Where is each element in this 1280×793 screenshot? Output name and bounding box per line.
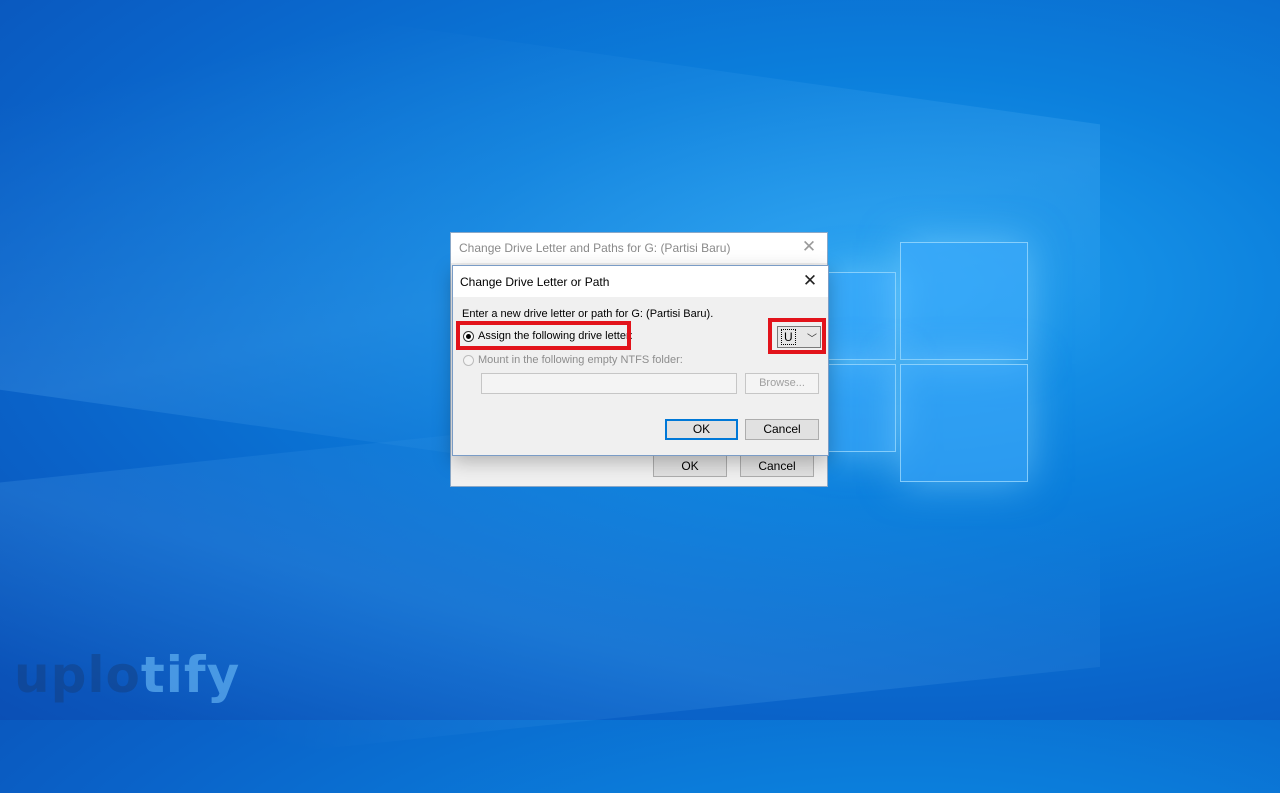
close-icon[interactable]: ✕ bbox=[800, 271, 820, 291]
browse-button[interactable]: Browse... bbox=[745, 373, 819, 394]
windows-logo-wallpaper bbox=[826, 242, 1028, 482]
close-icon[interactable]: ✕ bbox=[799, 237, 819, 257]
annotation-highlight bbox=[768, 318, 826, 354]
radio-unchecked-icon[interactable] bbox=[463, 354, 474, 366]
logo-pane bbox=[826, 272, 896, 360]
mount-ntfs-folder-label: Mount in the following empty NTFS folder… bbox=[478, 354, 683, 366]
dialog-prompt: Enter a new drive letter or path for G: … bbox=[462, 308, 714, 320]
logo-pane bbox=[826, 364, 896, 452]
change-drive-letter-or-path-dialog: Change Drive Letter or Path ✕ Enter a ne… bbox=[452, 265, 829, 456]
back-dialog-titlebar: Change Drive Letter and Paths for G: (Pa… bbox=[451, 233, 827, 263]
mount-ntfs-folder-radio[interactable]: Mount in the following empty NTFS folder… bbox=[463, 354, 683, 366]
back-ok-button[interactable]: OK bbox=[653, 455, 727, 477]
ntfs-folder-path-field[interactable] bbox=[481, 373, 737, 394]
watermark-part-1: uplo bbox=[14, 646, 141, 704]
logo-pane bbox=[900, 364, 1028, 482]
cancel-button[interactable]: Cancel bbox=[745, 419, 819, 440]
back-dialog-title: Change Drive Letter and Paths for G: (Pa… bbox=[459, 241, 731, 255]
annotation-highlight bbox=[456, 321, 631, 350]
ok-button[interactable]: OK bbox=[665, 419, 738, 440]
back-cancel-button[interactable]: Cancel bbox=[740, 455, 814, 477]
front-dialog-titlebar: Change Drive Letter or Path ✕ bbox=[453, 266, 828, 297]
logo-pane bbox=[900, 242, 1028, 360]
front-dialog-title: Change Drive Letter or Path bbox=[460, 274, 610, 289]
watermark-part-2: tify bbox=[140, 646, 241, 704]
uplotify-watermark: uplotify bbox=[14, 650, 240, 700]
